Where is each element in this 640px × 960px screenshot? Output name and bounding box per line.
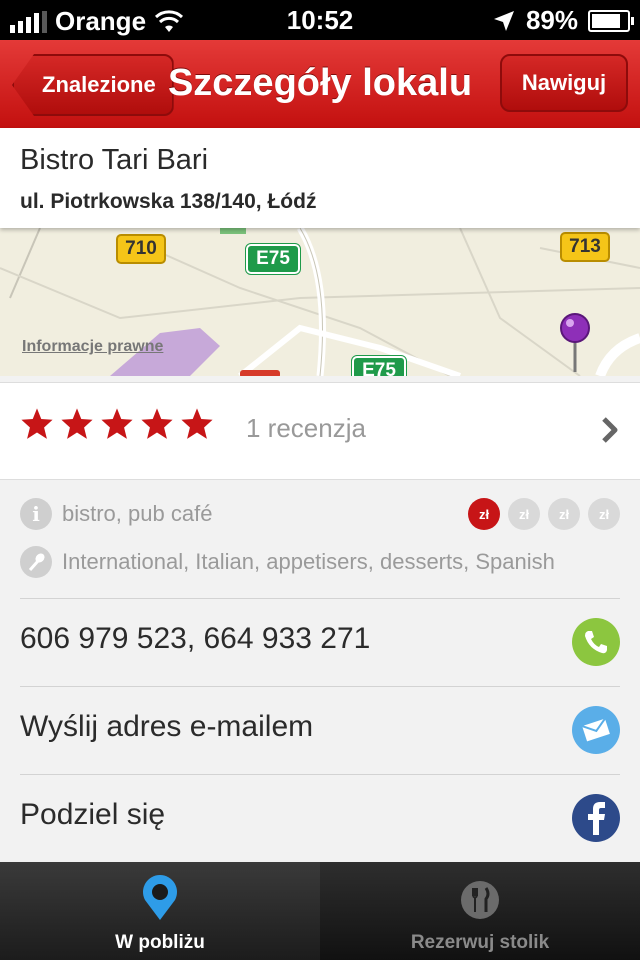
cuisine-list: International, Italian, appetisers, dess… xyxy=(62,549,555,574)
map-pin-icon[interactable] xyxy=(558,312,592,372)
price-level: zł zł zł zł xyxy=(468,498,620,530)
chevron-right-icon xyxy=(602,417,618,443)
place-address: ul. Piotrkowska 138/140, Łódź xyxy=(20,190,317,213)
share-row[interactable]: Podziel się xyxy=(20,774,620,862)
phone-row[interactable]: 606 979 523, 664 933 271 xyxy=(20,598,620,686)
mail-icon[interactable] xyxy=(572,706,620,754)
place-type-row: i bistro, pub café xyxy=(20,498,212,530)
tab-book-table-label: Rezerwuj stolik xyxy=(410,932,550,953)
cutlery-icon xyxy=(461,881,499,919)
price-level-icon: zł xyxy=(588,498,620,530)
place-header: Bistro Tari Bari ul. Piotrkowska 138/140… xyxy=(0,128,640,228)
location-pin-icon xyxy=(143,875,177,920)
facebook-icon[interactable] xyxy=(572,794,620,842)
star-icon xyxy=(101,408,133,439)
price-level-icon: zł xyxy=(548,498,580,530)
road-sign-710: 710 xyxy=(116,234,166,264)
cuisine-row: International, Italian, appetisers, dess… xyxy=(20,546,555,578)
star-icon xyxy=(181,408,213,439)
navigation-bar: Znalezione Szczegóły lokalu Nawiguj xyxy=(0,40,640,129)
rating-stars xyxy=(20,407,214,441)
tab-book-table[interactable]: Rezerwuj stolik xyxy=(320,862,640,960)
email-row[interactable]: Wyślij adres e-mailem xyxy=(20,686,620,774)
place-name: Bistro Tari Bari xyxy=(20,144,209,176)
battery-icon xyxy=(588,9,634,32)
price-level-icon: zł xyxy=(508,498,540,530)
star-icon xyxy=(141,408,173,439)
reviews-row[interactable]: 1 recenzja xyxy=(0,382,640,480)
legal-info-link[interactable]: Informacje prawne xyxy=(22,338,163,356)
share-label: Podziel się xyxy=(20,798,166,831)
price-level-icon: zł xyxy=(468,498,500,530)
navigate-button[interactable]: Nawiguj xyxy=(500,54,628,112)
tab-nearby-label: W pobliżu xyxy=(115,932,205,953)
status-bar: Orange 10:52 89% xyxy=(0,0,640,40)
utensils-icon xyxy=(20,546,52,578)
tab-bar: W pobliżu Rezerwuj stolik xyxy=(0,862,640,960)
location-arrow-icon xyxy=(493,10,514,31)
battery-percent: 89% xyxy=(525,5,578,35)
review-count: 1 recenzja xyxy=(246,413,366,443)
road-sign-e75: E75 xyxy=(351,355,407,376)
star-icon xyxy=(21,408,53,439)
road-sign-e75: E75 xyxy=(245,243,301,275)
email-address-action: Wyślij adres e-mailem xyxy=(20,710,314,743)
road-sign-713: 713 xyxy=(560,232,610,262)
info-icon: i xyxy=(20,498,52,530)
phone-numbers: 606 979 523, 664 933 271 xyxy=(20,622,371,655)
page-title: Szczegóły lokalu xyxy=(167,62,473,104)
tab-nearby[interactable]: W pobliżu xyxy=(0,862,320,960)
phone-icon[interactable] xyxy=(572,618,620,666)
star-icon xyxy=(61,408,93,439)
map-view[interactable]: 710 713 E75 E75 Informacje prawne xyxy=(0,228,640,376)
place-type: bistro, pub café xyxy=(62,501,213,526)
